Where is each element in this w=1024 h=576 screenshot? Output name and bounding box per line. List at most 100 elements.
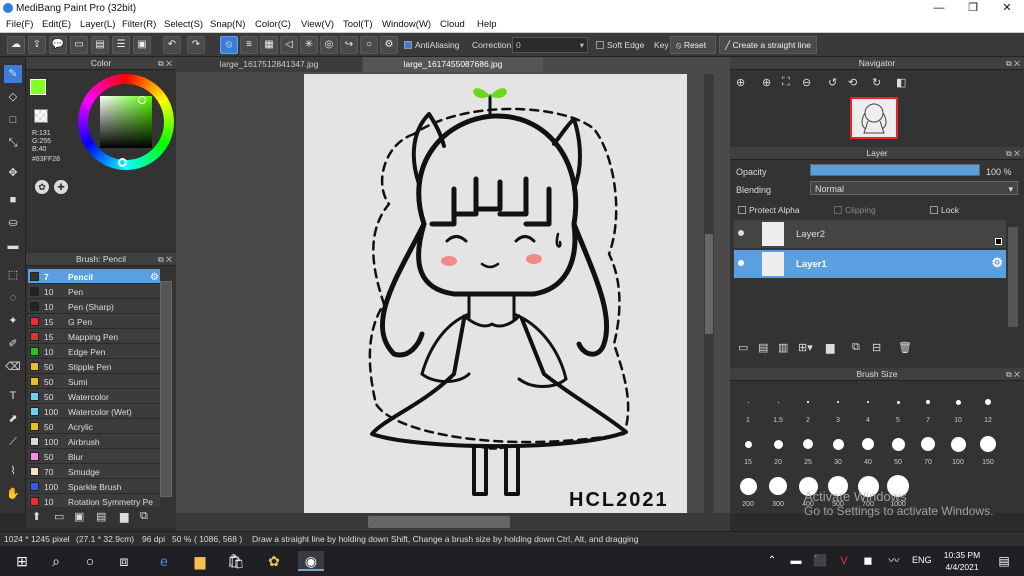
opacity-slider[interactable] [810, 164, 980, 176]
brush-item[interactable]: 70 Smudge [28, 464, 160, 479]
hand-tool-icon[interactable]: ✋ [4, 485, 22, 503]
visibility-icon[interactable] [738, 230, 744, 236]
brush-item[interactable]: 10 Edge Pen [28, 344, 160, 359]
rotate-left-icon[interactable]: ↺ [828, 76, 837, 89]
correction-select[interactable]: 0 ▾ [512, 37, 588, 53]
saturation-value-square[interactable] [100, 96, 152, 148]
reset-button[interactable]: ⦸ Reset [670, 36, 716, 54]
panel-controls-icon[interactable]: ⧉ ✕ [158, 57, 172, 70]
rotate-reset-icon[interactable]: ⟲ [848, 76, 857, 89]
navigator-thumbnail[interactable] [850, 97, 898, 139]
brush-size-preset[interactable]: 7 [914, 386, 942, 426]
brush-size-preset[interactable]: 1 [734, 386, 762, 426]
tray-chevron-icon[interactable]: ⌃ [762, 551, 782, 571]
layer-scrollbar[interactable] [1008, 227, 1018, 327]
brush-item[interactable]: 10 Pen (Sharp) [28, 299, 160, 314]
tray-shield-icon[interactable]: ◼ [858, 551, 878, 571]
comment-icon[interactable]: 💬 [49, 36, 67, 54]
drawing-canvas[interactable]: HCL2021 [304, 74, 687, 514]
brush-size-preset[interactable]: 50 [884, 428, 912, 468]
gradient-tool-icon[interactable]: ▬ [4, 237, 22, 255]
layer-folder-icon[interactable]: ▆ [826, 341, 834, 354]
close-button[interactable]: ✕ [990, 0, 1024, 17]
operation-tool-icon[interactable]: ⬈ [4, 410, 22, 428]
brush-item[interactable]: 10 Rotation Symmetry Pe [28, 494, 160, 507]
menu-color[interactable]: Color(C) [255, 19, 291, 30]
brush-item[interactable]: 50 Blur [28, 449, 160, 464]
brush-item[interactable]: 7 Pencil [28, 269, 160, 284]
brush-new-icon[interactable]: ▭ [54, 510, 64, 523]
canvas-hscroll[interactable] [176, 513, 730, 531]
cortana-icon[interactable]: ○ [80, 551, 100, 571]
brush-size-preset[interactable]: 25 [794, 428, 822, 468]
brush-size-preset[interactable]: 30 [824, 428, 852, 468]
brush-list-scrollbar[interactable] [160, 281, 172, 497]
parallel-snap-icon[interactable]: ≡ [240, 36, 258, 54]
eraser-tool-icon[interactable]: ◇ [4, 88, 22, 106]
file-explorer-icon[interactable]: ▆ [190, 551, 210, 571]
dot-tool-icon[interactable]: ⤡ [4, 134, 22, 152]
merge-layer-icon[interactable]: ⊟ [872, 341, 881, 354]
zoom-in-icon[interactable]: ⊕ [736, 76, 745, 89]
tray-v-icon[interactable]: V [834, 551, 854, 571]
brush-size-preset[interactable]: 100 [944, 428, 972, 468]
curve-snap-icon[interactable]: ↪ [340, 36, 358, 54]
bucket-tool-icon[interactable]: ⛀ [4, 214, 22, 232]
new-8bit-layer-icon[interactable]: ▥ [778, 341, 788, 354]
brush-size-preset[interactable]: 150 [974, 428, 1002, 468]
protect-alpha-toggle[interactable]: Protect Alpha [738, 205, 800, 215]
new-halftone-layer-icon[interactable]: ▤ [758, 341, 768, 354]
brush-size-preset[interactable]: 5 [884, 386, 912, 426]
tab-file-2[interactable]: large_1617455087686.jpg [363, 57, 543, 72]
brush-size-preset[interactable]: 20 [764, 428, 792, 468]
brush-duplicate-icon[interactable]: ⧉ [140, 510, 148, 523]
magic-wand-icon[interactable]: ✦ [4, 312, 22, 330]
brush-size-preset[interactable]: 12 [974, 386, 1002, 426]
list-icon[interactable]: ☰ [112, 36, 130, 54]
brush-item[interactable]: 100 Airbrush [28, 434, 160, 449]
panel-controls-icon[interactable]: ⧉ ✕ [1006, 57, 1020, 70]
brush-import-icon[interactable]: ▤ [96, 510, 106, 523]
menu-cloud[interactable]: Cloud [440, 19, 465, 30]
soft-edge-toggle[interactable]: Soft Edge [596, 40, 644, 50]
layer-row-layer1[interactable]: Layer1 ⚙ [734, 250, 1006, 278]
panel-controls-icon[interactable]: ⧉ ✕ [1006, 368, 1020, 381]
visibility-icon[interactable] [738, 260, 744, 266]
brush-item[interactable]: 100 Watercolor (Wet) [28, 404, 160, 419]
fill-rect-tool-icon[interactable]: ■ [4, 191, 22, 209]
gear-icon[interactable]: ⚙ [150, 272, 159, 283]
radial-snap-icon[interactable]: ✳ [300, 36, 318, 54]
wifi-icon[interactable]: 〰 [884, 551, 904, 571]
duplicate-layer-icon[interactable]: ⧉ [852, 341, 860, 354]
menu-view[interactable]: View(V) [301, 19, 334, 30]
brush-size-preset[interactable]: 2 [794, 386, 822, 426]
minimize-button[interactable]: — [922, 0, 956, 17]
panel-controls-icon[interactable]: ⧉ ✕ [1006, 147, 1020, 160]
brush-size-preset[interactable]: 300 [764, 470, 792, 510]
snap-settings-icon[interactable]: ⚙ [380, 36, 398, 54]
move-tool-icon[interactable]: ✥ [4, 164, 22, 182]
save-icon[interactable]: ▣ [133, 36, 151, 54]
task-view-icon[interactable]: ⧈ [114, 551, 134, 571]
trash-icon[interactable]: 🗑 [898, 341, 912, 354]
zoom-out-icon[interactable]: ⊖ [802, 76, 811, 89]
foreground-color-swatch[interactable] [30, 79, 46, 95]
eyedropper-icon[interactable]: ⌇ [4, 462, 22, 480]
cloud-icon[interactable]: ☁ [7, 36, 25, 54]
palette-add-icon[interactable]: ✚ [54, 180, 68, 194]
palette-icon[interactable]: ✿ [35, 180, 49, 194]
brush-size-preset[interactable]: 70 [914, 428, 942, 468]
store-icon[interactable]: 🛍 [226, 551, 246, 571]
brush-copy-icon[interactable]: ▣ [74, 510, 84, 523]
paint-app-icon[interactable]: ✿ [264, 551, 284, 571]
layer-row-layer2[interactable]: Layer2 [734, 220, 1006, 248]
divide-tool-icon[interactable]: ⟋ [4, 433, 22, 451]
brush-item[interactable]: 50 Acrylic [28, 419, 160, 434]
select-rect-icon[interactable]: ⬚ [4, 266, 22, 284]
menu-filter[interactable]: Filter(R) [122, 19, 156, 30]
maximize-button[interactable]: ❐ [956, 0, 990, 17]
snap-off-icon[interactable]: ⦸ [220, 36, 238, 54]
add-layer-menu-icon[interactable]: ⊞▾ [798, 341, 813, 354]
share-icon[interactable]: ⇪ [28, 36, 46, 54]
brush-item[interactable]: 50 Stipple Pen [28, 359, 160, 374]
